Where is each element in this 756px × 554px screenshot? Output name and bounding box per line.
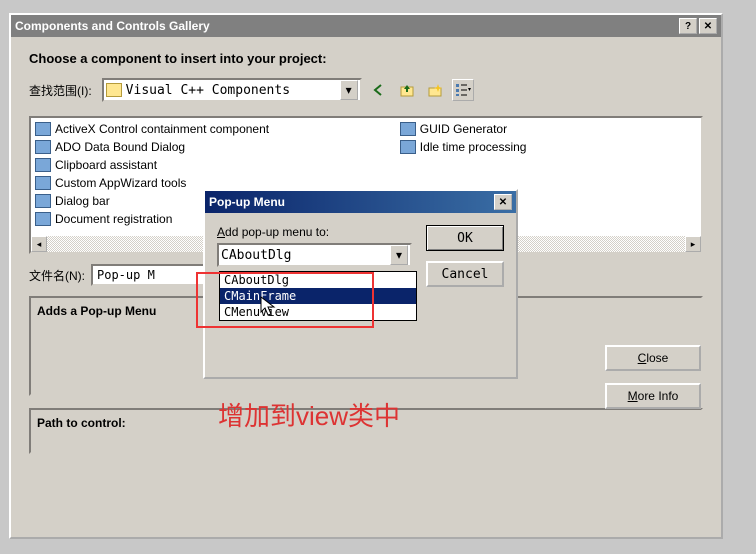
- component-icon: [35, 140, 51, 154]
- close-button[interactable]: ✕: [699, 18, 717, 34]
- popup-titlebar: Pop-up Menu ✕: [205, 191, 516, 213]
- list-item[interactable]: ADO Data Bound Dialog: [35, 138, 392, 156]
- dropdown-option[interactable]: CMainFrame: [220, 288, 416, 304]
- component-icon: [35, 176, 51, 190]
- list-item[interactable]: Idle time processing: [400, 138, 697, 156]
- dropdown-option[interactable]: CMenuView: [220, 304, 416, 320]
- view-menu-icon[interactable]: [452, 79, 474, 101]
- popup-menu-dialog: Pop-up Menu ✕ Add pop-up menu to: CAbout…: [203, 189, 518, 379]
- ok-button[interactable]: OK: [426, 225, 504, 251]
- component-icon: [400, 122, 416, 136]
- help-button[interactable]: ?: [679, 18, 697, 34]
- class-dropdown-list[interactable]: CAboutDlg CMainFrame CMenuView: [219, 271, 417, 321]
- new-folder-icon[interactable]: [424, 79, 446, 101]
- class-selected: CAboutDlg: [221, 248, 390, 263]
- lookin-value: Visual C++ Components: [126, 83, 340, 98]
- component-icon: [35, 212, 51, 226]
- add-to-label: Add pop-up menu to:: [217, 225, 412, 239]
- up-folder-icon[interactable]: [396, 79, 418, 101]
- component-icon: [35, 194, 51, 208]
- prompt-text: Choose a component to insert into your p…: [29, 51, 703, 66]
- back-icon[interactable]: [368, 79, 390, 101]
- dropdown-arrow-icon[interactable]: ▾: [390, 245, 408, 265]
- folder-icon: [106, 83, 122, 97]
- filename-label: 文件名(N):: [29, 267, 85, 284]
- lookin-label: 查找范围(I):: [29, 82, 92, 99]
- main-titlebar: Components and Controls Gallery ? ✕: [11, 15, 721, 37]
- dropdown-option[interactable]: CAboutDlg: [220, 272, 416, 288]
- cancel-button[interactable]: Cancel: [426, 261, 504, 287]
- scroll-right-icon[interactable]: ▸: [685, 236, 701, 252]
- dropdown-arrow-icon[interactable]: ▾: [340, 80, 358, 100]
- popup-title: Pop-up Menu: [209, 195, 285, 209]
- component-icon: [35, 122, 51, 136]
- scroll-left-icon[interactable]: ◂: [31, 236, 47, 252]
- annotation-text: 增加到view类中: [218, 396, 400, 433]
- lookin-dropdown[interactable]: Visual C++ Components ▾: [102, 78, 362, 102]
- list-item[interactable]: GUID Generator: [400, 120, 697, 138]
- more-info-button[interactable]: More Info: [605, 383, 701, 409]
- class-dropdown[interactable]: CAboutDlg ▾: [217, 243, 412, 267]
- popup-close-button[interactable]: ✕: [494, 194, 512, 210]
- component-icon: [400, 140, 416, 154]
- main-title: Components and Controls Gallery: [15, 19, 210, 33]
- list-item[interactable]: ActiveX Control containment component: [35, 120, 392, 138]
- component-icon: [35, 158, 51, 172]
- close-gallery-button[interactable]: Close: [605, 345, 701, 371]
- list-item[interactable]: Clipboard assistant: [35, 156, 392, 174]
